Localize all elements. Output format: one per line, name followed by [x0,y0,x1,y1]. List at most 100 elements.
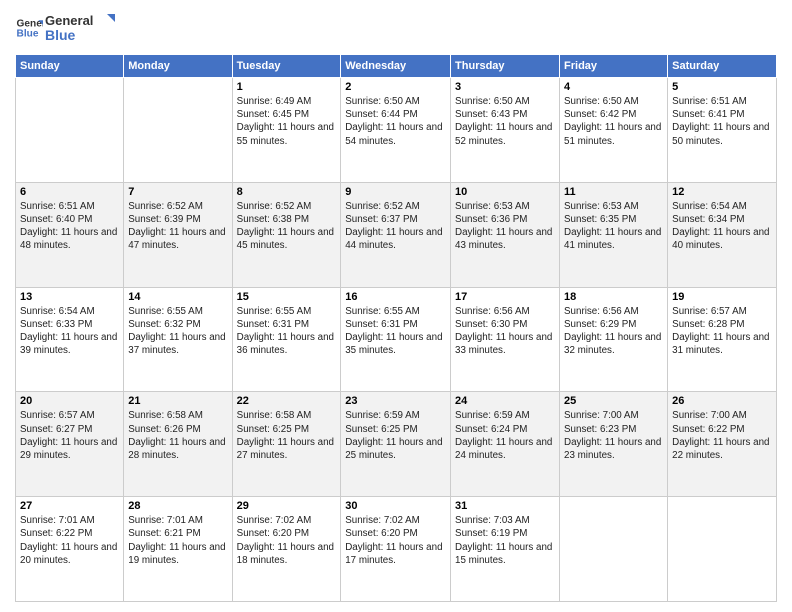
calendar-cell: 23 Sunrise: 6:59 AM Sunset: 6:25 PM Dayli… [341,392,451,497]
weekday-header-tuesday: Tuesday [232,55,341,78]
day-info: Sunrise: 7:00 AM Sunset: 6:23 PM Dayligh… [564,409,663,462]
day-number: 12 [672,186,772,198]
day-info: Sunrise: 6:52 AM Sunset: 6:38 PM Dayligh… [237,200,337,253]
day-info: Sunrise: 6:50 AM Sunset: 6:44 PM Dayligh… [345,95,446,148]
day-number: 2 [345,81,446,93]
day-number: 1 [237,81,337,93]
day-info: Sunrise: 6:55 AM Sunset: 6:31 PM Dayligh… [237,305,337,358]
calendar-cell: 31Sunrise: 7:03 AM Sunset: 6:19 PM Dayli… [451,497,560,602]
day-info: Sunrise: 6:49 AM Sunset: 6:45 PM Dayligh… [237,95,337,148]
day-number: 7 [128,186,227,198]
svg-text:General: General [45,13,93,28]
calendar-cell: 12 Sunrise: 6:54 AM Sunset: 6:34 PM Dayli… [668,182,777,287]
day-number: 15 [237,291,337,303]
day-number: 29 [237,500,337,512]
day-info: Sunrise: 6:54 AM Sunset: 6:34 PM Dayligh… [672,200,772,253]
day-info: Sunrise: 6:55 AM Sunset: 6:31 PM Dayligh… [345,305,446,358]
calendar-cell: 13 Sunrise: 6:54 AM Sunset: 6:33 PM Dayli… [16,287,124,392]
weekday-header-thursday: Thursday [451,55,560,78]
weekday-header-sunday: Sunday [16,55,124,78]
week-row-1: 1 Sunrise: 6:49 AM Sunset: 6:45 PM Daylig… [16,78,777,183]
day-number: 20 [20,395,119,407]
calendar-cell [560,497,668,602]
day-info: Sunrise: 6:58 AM Sunset: 6:25 PM Dayligh… [237,409,337,462]
day-number: 11 [564,186,663,198]
day-info: Sunrise: 6:53 AM Sunset: 6:36 PM Dayligh… [455,200,555,253]
day-info: Sunrise: 6:59 AM Sunset: 6:24 PM Dayligh… [455,409,555,462]
logo: General Blue General Blue [15,10,115,46]
day-info: Sunrise: 7:01 AM Sunset: 6:21 PM Dayligh… [128,514,227,567]
day-number: 28 [128,500,227,512]
week-row-5: 27Sunrise: 7:01 AM Sunset: 6:22 PM Dayli… [16,497,777,602]
day-info: Sunrise: 6:57 AM Sunset: 6:28 PM Dayligh… [672,305,772,358]
calendar-cell: 15 Sunrise: 6:55 AM Sunset: 6:31 PM Dayli… [232,287,341,392]
calendar-cell: 10 Sunrise: 6:53 AM Sunset: 6:36 PM Dayli… [451,182,560,287]
header: General Blue General Blue [15,10,777,46]
day-info: Sunrise: 6:51 AM Sunset: 6:41 PM Dayligh… [672,95,772,148]
calendar-cell: 26Sunrise: 7:00 AM Sunset: 6:22 PM Dayli… [668,392,777,497]
calendar-cell [668,497,777,602]
calendar-cell: 5 Sunrise: 6:51 AM Sunset: 6:41 PM Daylig… [668,78,777,183]
day-info: Sunrise: 7:00 AM Sunset: 6:22 PM Dayligh… [672,409,772,462]
day-number: 30 [345,500,446,512]
day-info: Sunrise: 6:50 AM Sunset: 6:42 PM Dayligh… [564,95,663,148]
calendar-cell [16,78,124,183]
calendar-cell: 7Sunrise: 6:52 AM Sunset: 6:39 PM Daylig… [124,182,232,287]
day-number: 17 [455,291,555,303]
calendar-cell: 9 Sunrise: 6:52 AM Sunset: 6:37 PM Daylig… [341,182,451,287]
day-number: 5 [672,81,772,93]
day-info: Sunrise: 6:59 AM Sunset: 6:25 PM Dayligh… [345,409,446,462]
calendar-cell: 2 Sunrise: 6:50 AM Sunset: 6:44 PM Daylig… [341,78,451,183]
week-row-3: 13 Sunrise: 6:54 AM Sunset: 6:33 PM Dayli… [16,287,777,392]
day-info: Sunrise: 6:55 AM Sunset: 6:32 PM Dayligh… [128,305,227,358]
day-info: Sunrise: 6:54 AM Sunset: 6:33 PM Dayligh… [20,305,119,358]
calendar-cell: 21 Sunrise: 6:58 AM Sunset: 6:26 PM Dayli… [124,392,232,497]
weekday-header-saturday: Saturday [668,55,777,78]
calendar-cell: 6Sunrise: 6:51 AM Sunset: 6:40 PM Daylig… [16,182,124,287]
day-number: 25 [564,395,663,407]
calendar-cell: 25 Sunrise: 7:00 AM Sunset: 6:23 PM Dayli… [560,392,668,497]
svg-text:Blue: Blue [45,27,76,43]
day-info: Sunrise: 6:56 AM Sunset: 6:29 PM Dayligh… [564,305,663,358]
calendar-cell: 17 Sunrise: 6:56 AM Sunset: 6:30 PM Dayli… [451,287,560,392]
day-info: Sunrise: 7:02 AM Sunset: 6:20 PM Dayligh… [345,514,446,567]
day-info: Sunrise: 7:03 AM Sunset: 6:19 PM Dayligh… [455,514,555,567]
day-info: Sunrise: 6:51 AM Sunset: 6:40 PM Dayligh… [20,200,119,253]
calendar-cell: 28 Sunrise: 7:01 AM Sunset: 6:21 PM Dayli… [124,497,232,602]
day-number: 10 [455,186,555,198]
calendar-cell: 24Sunrise: 6:59 AM Sunset: 6:24 PM Dayli… [451,392,560,497]
day-info: Sunrise: 6:58 AM Sunset: 6:26 PM Dayligh… [128,409,227,462]
logo-icon: General Blue [15,14,43,42]
day-number: 8 [237,186,337,198]
day-info: Sunrise: 6:56 AM Sunset: 6:30 PM Dayligh… [455,305,555,358]
calendar-cell: 27Sunrise: 7:01 AM Sunset: 6:22 PM Dayli… [16,497,124,602]
day-number: 4 [564,81,663,93]
logo-svg: General Blue [45,10,115,46]
week-row-4: 20 Sunrise: 6:57 AM Sunset: 6:27 PM Dayli… [16,392,777,497]
calendar-cell: 8 Sunrise: 6:52 AM Sunset: 6:38 PM Daylig… [232,182,341,287]
day-number: 14 [128,291,227,303]
day-number: 9 [345,186,446,198]
day-info: Sunrise: 6:53 AM Sunset: 6:35 PM Dayligh… [564,200,663,253]
calendar: SundayMondayTuesdayWednesdayThursdayFrid… [15,54,777,602]
day-number: 23 [345,395,446,407]
weekday-header-monday: Monday [124,55,232,78]
day-info: Sunrise: 6:52 AM Sunset: 6:37 PM Dayligh… [345,200,446,253]
calendar-cell: 20 Sunrise: 6:57 AM Sunset: 6:27 PM Dayli… [16,392,124,497]
calendar-cell: 4 Sunrise: 6:50 AM Sunset: 6:42 PM Daylig… [560,78,668,183]
day-number: 19 [672,291,772,303]
weekday-header-wednesday: Wednesday [341,55,451,78]
day-info: Sunrise: 6:50 AM Sunset: 6:43 PM Dayligh… [455,95,555,148]
day-info: Sunrise: 6:57 AM Sunset: 6:27 PM Dayligh… [20,409,119,462]
calendar-cell: 16Sunrise: 6:55 AM Sunset: 6:31 PM Dayli… [341,287,451,392]
calendar-cell: 14 Sunrise: 6:55 AM Sunset: 6:32 PM Dayli… [124,287,232,392]
day-number: 3 [455,81,555,93]
day-info: Sunrise: 7:02 AM Sunset: 6:20 PM Dayligh… [237,514,337,567]
calendar-cell: 30 Sunrise: 7:02 AM Sunset: 6:20 PM Dayli… [341,497,451,602]
day-number: 21 [128,395,227,407]
calendar-cell: 22 Sunrise: 6:58 AM Sunset: 6:25 PM Dayli… [232,392,341,497]
day-number: 22 [237,395,337,407]
calendar-cell: 11 Sunrise: 6:53 AM Sunset: 6:35 PM Dayli… [560,182,668,287]
calendar-cell: 3 Sunrise: 6:50 AM Sunset: 6:43 PM Daylig… [451,78,560,183]
day-number: 13 [20,291,119,303]
